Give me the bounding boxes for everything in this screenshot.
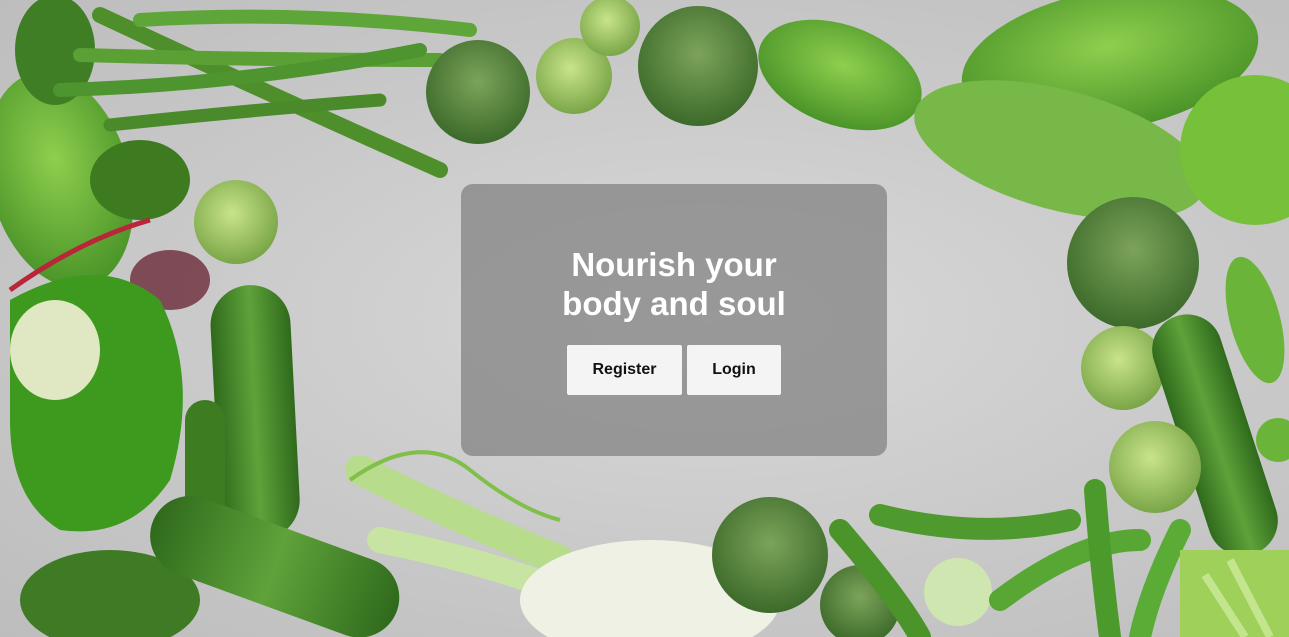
hero-title-line1: Nourish your [571,246,777,283]
hero-title: Nourish your body and soul [544,245,804,323]
hero-card: Nourish your body and soul Register Logi… [461,184,887,456]
action-buttons: Register Login [567,345,781,395]
hero-title-line2: body and soul [562,285,786,322]
login-button[interactable]: Login [687,345,781,395]
register-button[interactable]: Register [567,345,682,395]
